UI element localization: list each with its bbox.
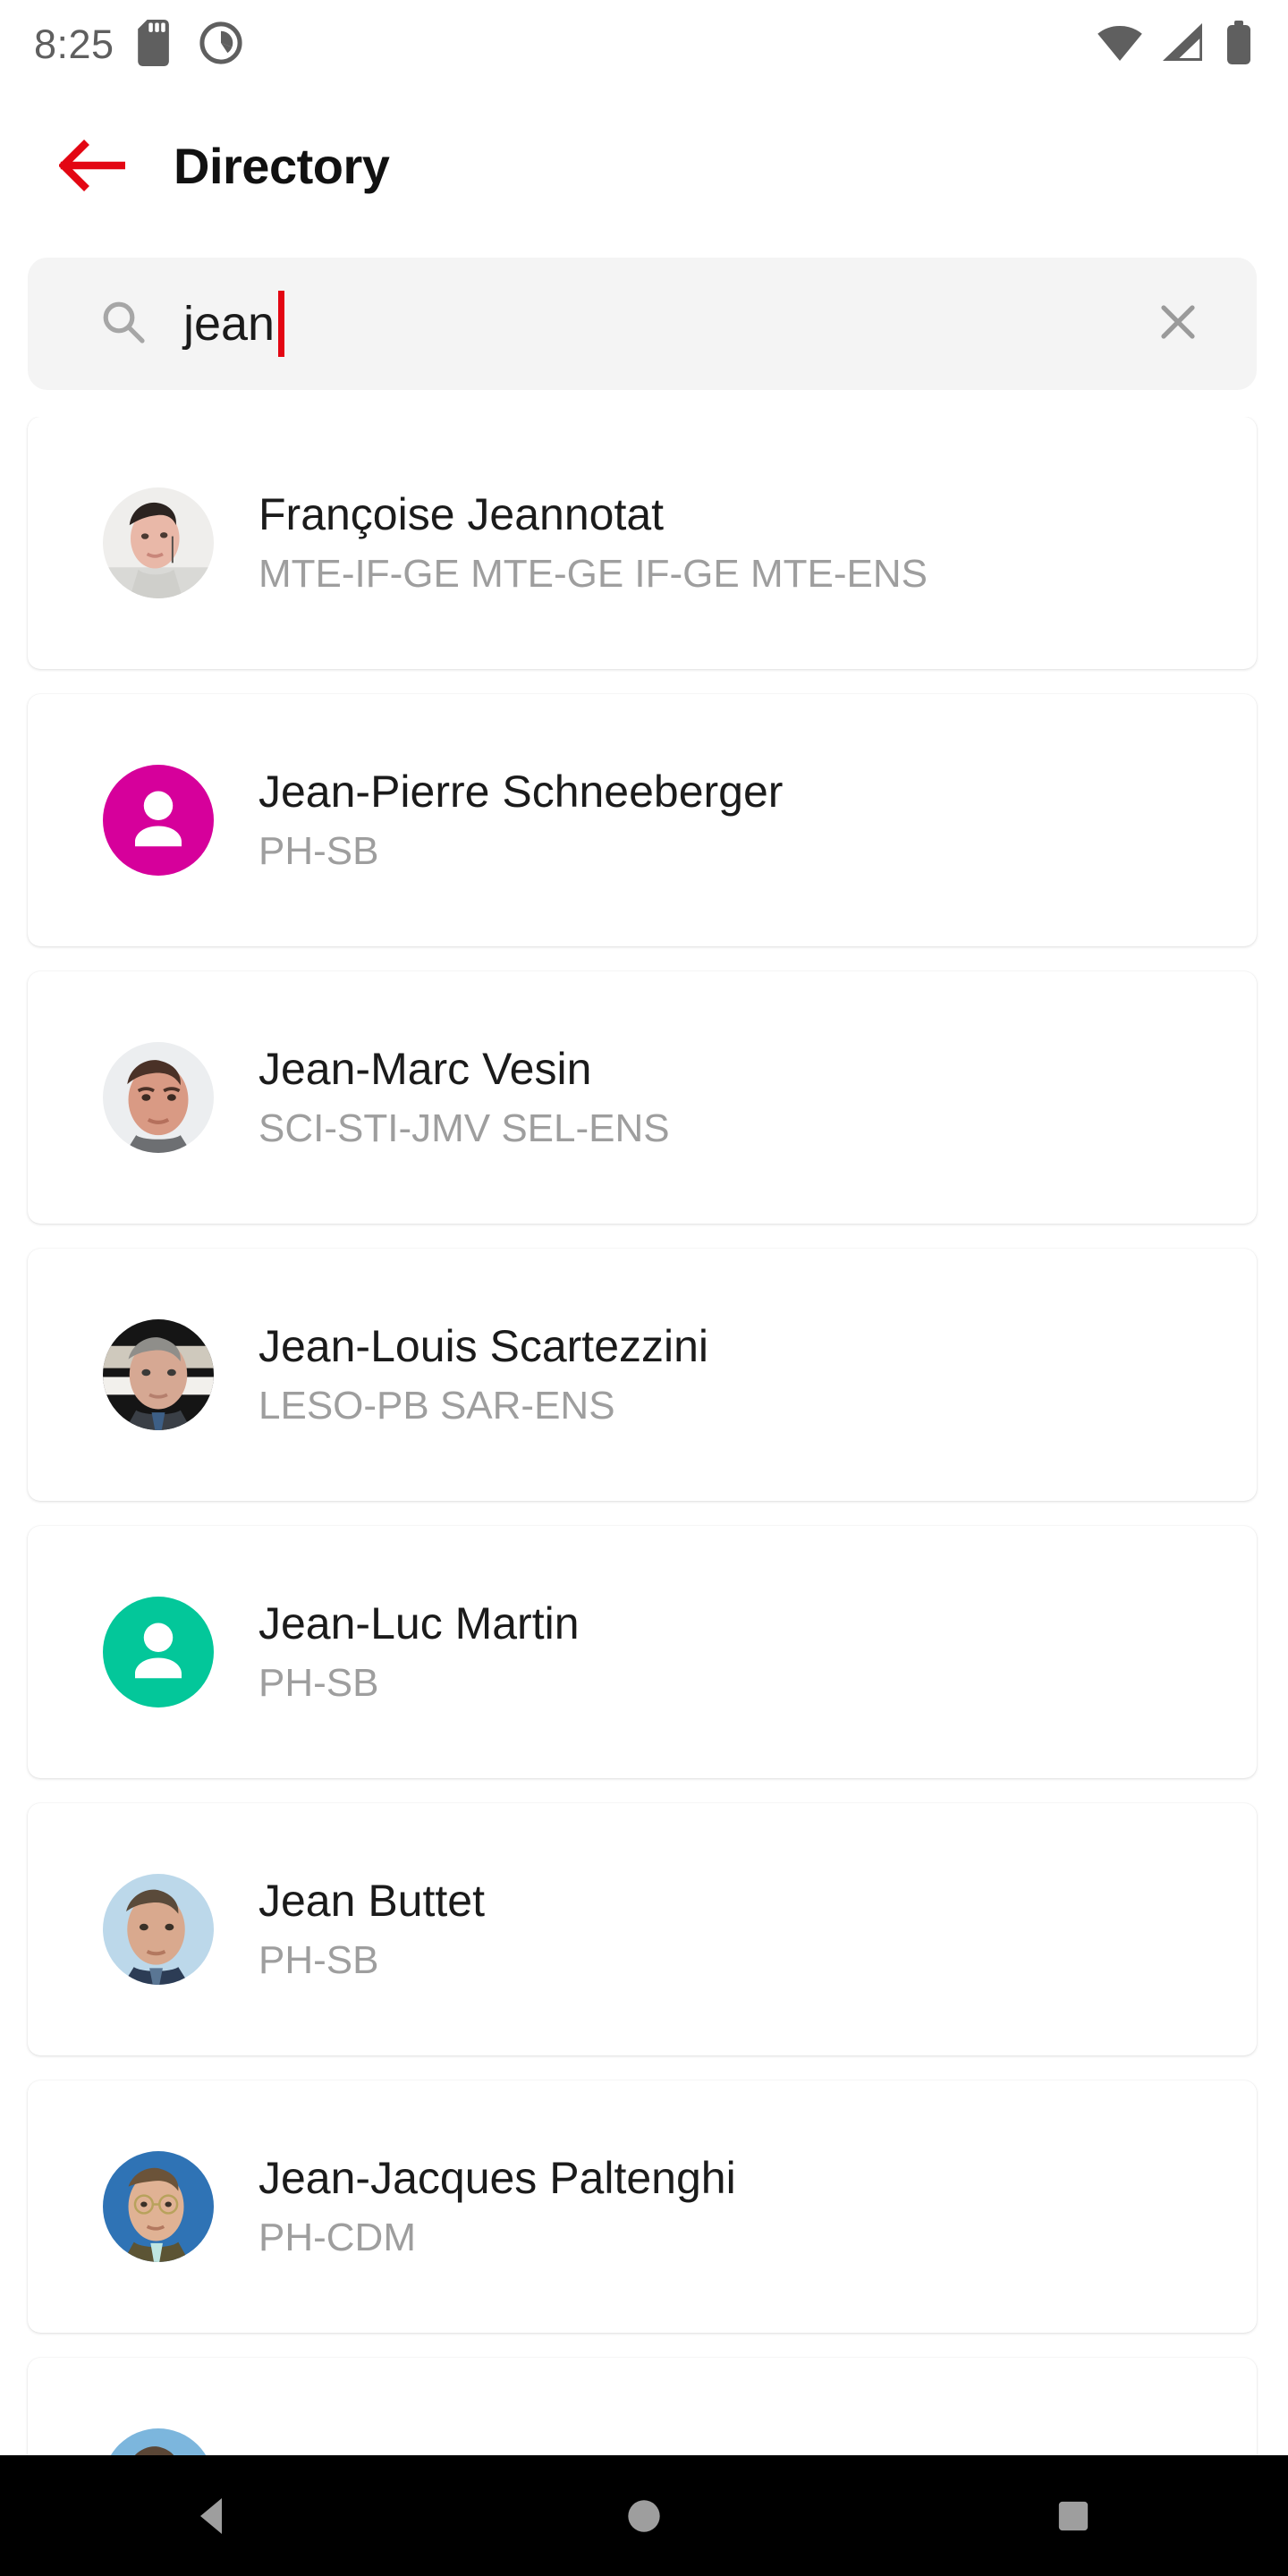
list-item-text: Jean Buttet PH-SB [258,1877,485,1982]
contact-unit: PH-CDM [258,2216,416,2260]
list-item[interactable]: Jean-Pierre Schneeberger PH-SB [28,694,1257,946]
home-circle-icon [628,2499,660,2532]
contact-name: Jean-Luc Martin [258,1597,580,1648]
avatar-photo-jean-jacques-paltenghi [103,2151,214,2262]
contact-unit: PH-SB [258,1661,379,1706]
avatar-photo-partial-next-result [103,2428,214,2455]
nav-back-button[interactable] [143,2455,286,2576]
status-bar-left: 8:25 [0,19,243,71]
contact-name: Jean-Marc Vesin [258,1043,592,1094]
avatar [103,487,214,598]
list-item[interactable]: Jean-Marc Vesin SCI-STI-JMV SEL-ENS [28,971,1257,1224]
search-field-wrapper: jean [28,258,1257,390]
contact-name: Jean-Jacques Paltenghi [258,2152,736,2203]
sd-card-icon [137,19,175,71]
avatar [103,1042,214,1153]
app-toolbar: Directory [0,89,1288,242]
contact-unit: SCI-STI-JMV SEL-ENS [258,1106,670,1151]
list-item-text: Jean-Luc Martin PH-SB [258,1600,580,1705]
recents-square-icon [1058,2501,1089,2530]
status-bar-right [1097,20,1288,70]
search-bar[interactable]: jean [28,258,1257,390]
directory-results-list[interactable]: Françoise Jeannotat MTE-IF-GE MTE-GE IF-… [0,417,1288,2455]
android-navigation-bar [0,2455,1288,2576]
list-item[interactable]: Jean Buttet PH-SB [28,1803,1257,2055]
nav-recents-button[interactable] [1002,2455,1145,2576]
battery-icon [1225,20,1252,70]
nav-home-button[interactable] [572,2455,716,2576]
list-item[interactable]: Jean-Luc Martin PH-SB [28,1526,1257,1778]
list-item-text: Françoise Jeannotat MTE-IF-GE MTE-GE IF-… [258,491,928,596]
wifi-icon [1097,24,1143,66]
avatar-photo-jean-marc-vesin [103,1042,214,1153]
avatar [103,1874,214,1985]
back-arrow-icon [59,140,125,191]
avatar [103,765,214,876]
list-item-text: Jean-Marc Vesin SCI-STI-JMV SEL-ENS [258,1046,670,1150]
phone-screen: 8:25 Directory jean Françoise Jeannotat … [0,0,1288,2576]
avatar-photo-jean-buttet [103,1874,214,1985]
list-item[interactable]: Jean-Louis Scartezzini LESO-PB SAR-ENS [28,1249,1257,1501]
person-placeholder-icon [135,1623,182,1679]
avatar-photo-francoise-jeannotat [103,487,214,598]
cellular-signal-icon [1163,22,1206,67]
list-item-text: Jean-Jacques Paltenghi PH-CDM [258,2155,736,2259]
person-placeholder-icon [135,791,182,847]
list-item-text: Jean-Louis Scartezzini LESO-PB SAR-ENS [258,1323,708,1428]
avatar [103,1319,214,1430]
android-q-icon [199,21,243,70]
avatar [103,2151,214,2262]
contact-unit: MTE-IF-GE MTE-GE IF-GE MTE-ENS [258,552,928,597]
search-input[interactable]: jean [183,291,1155,357]
avatar [103,1597,214,1707]
back-button[interactable] [43,116,141,215]
avatar-photo-jean-louis-scartezzini [103,1319,214,1430]
contact-name: Jean Buttet [258,1875,485,1926]
avatar [103,2428,214,2455]
status-clock: 8:25 [34,21,114,67]
back-triangle-icon [200,2497,222,2534]
contact-name: Françoise Jeannotat [258,488,665,539]
contact-unit: PH-SB [258,1938,379,1983]
contact-unit: LESO-PB SAR-ENS [258,1384,615,1428]
list-item[interactable]: Françoise Jeannotat MTE-IF-GE MTE-GE IF-… [28,417,1257,669]
contact-unit: PH-SB [258,829,379,874]
contact-name: Jean-Louis Scartezzini [258,1320,709,1371]
status-bar: 8:25 [0,0,1288,89]
contact-name: Jean-Pierre Schneeberger [258,766,784,817]
search-icon [101,300,146,349]
list-item-text: Jean-Pierre Schneeberger PH-SB [258,768,783,873]
list-item[interactable] [28,2358,1257,2455]
page-title: Directory [174,137,390,194]
text-caret [278,291,285,357]
search-input-value: jean [183,297,275,351]
clear-search-button[interactable] [1155,299,1201,350]
list-item[interactable]: Jean-Jacques Paltenghi PH-CDM [28,2080,1257,2333]
